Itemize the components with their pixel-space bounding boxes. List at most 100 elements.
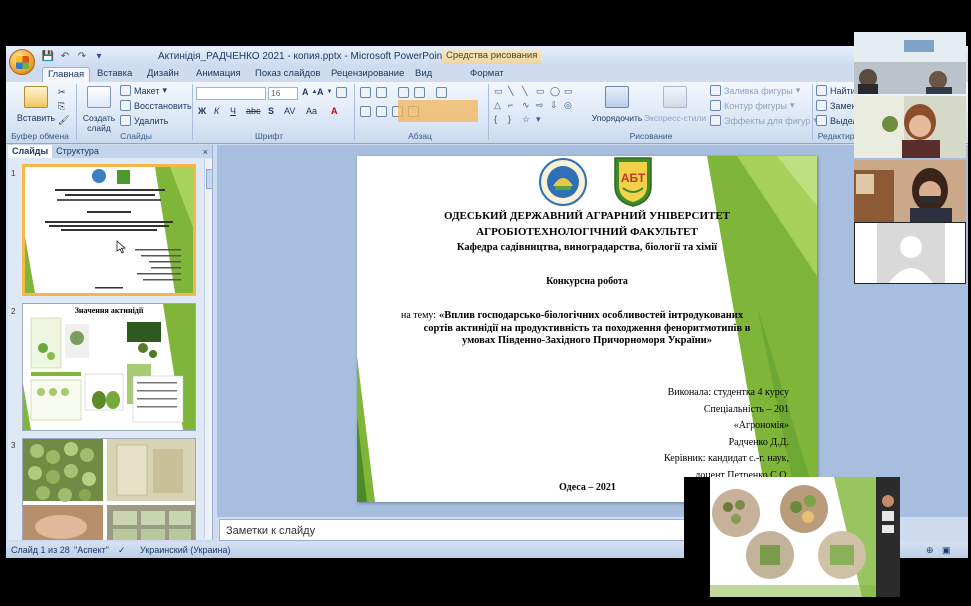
shape-effects-button[interactable]: Эффекты для фигур▾ [710,115,818,126]
shrink-font-icon[interactable]: A ▼ [317,87,332,97]
university-name: ОДЕСЬКИЙ ДЕРЖАВНИЙ АГРАРНИЙ УНІВЕРСИТЕТ [443,210,731,222]
ribbon-tabs: Главная Вставка Дизайн Анимация Показ сл… [6,66,968,82]
reset-button[interactable]: Восстановить [120,100,192,111]
slide-thumbnail-3[interactable] [22,438,196,540]
slide-thumbnail-2[interactable]: Значення актинідії [22,303,196,431]
numbering-icon[interactable] [376,87,387,98]
line-shape-icon: ╲ [508,86,514,96]
star-shape-icon: ☆ [522,114,531,124]
panel-tabs: Слайды Структура × [8,145,212,158]
shape-fill-button[interactable]: Заливка фигуры ▾ [710,85,800,96]
tab-outline[interactable]: Структура [52,145,103,158]
strikethrough-icon[interactable]: abc [246,106,261,116]
cut-icon[interactable]: ✂ [58,87,66,98]
decrease-indent-icon[interactable] [398,87,409,98]
theme-line-1: «Вплив господарсько-біологічних особливо… [439,310,744,321]
shadow-icon[interactable]: S [268,106,274,116]
italic-icon[interactable]: К [214,106,219,116]
current-slide[interactable]: АБТ ОДЕСЬКИЙ ДЕРЖАВНИЙ АГРАРНИЙ УНІВЕРСИ… [357,156,817,502]
title-bar: 💾 ↶ ↷ ▾ Актинідія_РАДЧЕНКО 2021 - копия.… [6,46,968,66]
format-painter-icon[interactable]: 🖌 [58,115,69,126]
slide-thumbnail-1[interactable] [22,164,196,296]
tab-insert[interactable]: Вставка [92,67,137,82]
callout-icon: ◎ [564,100,572,110]
office-button[interactable] [9,49,35,75]
bullets-icon[interactable] [360,87,371,98]
char-spacing-icon[interactable]: AV [284,106,295,116]
replace-icon [816,100,827,111]
presenter-video[interactable] [684,477,900,597]
delete-slide-button[interactable]: Удалить [120,115,168,126]
redo-icon[interactable]: ↷ [76,50,88,62]
clipboard-group-label: Буфер обмена [11,131,69,141]
increase-indent-icon[interactable] [414,87,425,98]
change-case-icon[interactable]: Aa [306,106,317,116]
binoculars-icon [816,85,827,96]
grow-font-icon[interactable]: A ▲ [302,87,317,97]
undo-icon[interactable]: ↶ [59,50,71,62]
shape-outline-button[interactable]: Контур фигуры ▾ [710,100,794,111]
participant-video-2[interactable] [854,96,966,158]
align-center-icon[interactable] [376,106,387,117]
layout-button[interactable]: Макет ▾ [120,85,167,96]
clear-format-icon[interactable] [336,87,347,98]
underline-icon[interactable]: Ч [230,106,236,116]
copy-icon[interactable]: ⎘ [58,101,65,112]
down-arrow-icon: ⇩ [550,100,558,110]
separator [488,84,489,140]
language-indicator[interactable]: Украинский (Украина) [140,545,231,555]
slides-panel-scrollbar[interactable] [204,159,212,539]
arrow-shape-icon: ╲ [522,86,528,96]
slide-counter: Слайд 1 из 28 [11,545,70,555]
find-button[interactable]: Найти [816,85,856,96]
font-color-icon[interactable]: A [331,106,338,116]
line-spacing-icon[interactable] [436,87,447,98]
zoom-in-icon[interactable]: ⊕ [926,545,934,556]
align-left-icon[interactable] [360,106,371,117]
rect-shape-icon: ▭ [536,86,545,96]
layout-icon [120,85,131,96]
tab-animation[interactable]: Анимация [191,67,246,82]
font-size-field[interactable]: 16 [268,87,298,100]
tab-slideshow[interactable]: Показ слайдов [250,67,325,82]
spellcheck-icon[interactable]: ✓ [118,545,126,556]
tab-review[interactable]: Рецензирование [326,67,409,82]
theme-name: "Аспект" [74,545,109,555]
paragraph-group-label: Абзац [408,131,432,141]
participant-1-feed [854,32,966,94]
fit-window-icon[interactable]: ▣ [942,545,951,556]
bold-icon[interactable]: Ж [198,106,206,116]
participant-2-feed [854,96,966,158]
tab-view[interactable]: Вид [410,67,437,82]
participant-video-3[interactable] [854,160,966,222]
tab-design[interactable]: Дизайн [142,67,184,82]
paste-button[interactable]: Вставить [14,86,58,123]
author-line: Виконала: студентка 4 курсу [667,387,789,398]
participant-video-1[interactable] [854,32,966,94]
university-logo [539,158,587,206]
tab-format[interactable]: Формат [465,67,509,82]
slide-3-preview [23,439,195,540]
tab-slides[interactable]: Слайды [8,145,53,158]
triangle-shape-icon: △ [494,100,501,110]
thumb-number: 3 [11,441,16,450]
scrollbar-thumb[interactable] [206,169,212,189]
font-name-field[interactable] [196,87,266,100]
paste-icon [24,86,48,108]
new-slide-button[interactable]: Создать слайд [80,86,118,133]
quick-styles-button[interactable]: Экспресс-стили [644,86,706,123]
shapes-gallery[interactable]: ▭ ╲ ╲ ▭ ◯ ▭ △ ⌐ ∿ ⇨ ⇩ ◎ {} ☆ ▾ [494,86,580,126]
rounded-rect-icon: ▭ [564,86,573,96]
author-block: Виконала: студентка 4 курсу Спеціальніст… [664,385,789,484]
thumb-number: 2 [11,307,16,316]
author-line: Радченко Д.Д. [728,436,789,448]
close-icon[interactable]: × [203,147,208,157]
participant-video-4[interactable] [854,222,966,284]
customize-qat-icon[interactable]: ▾ [93,50,105,62]
oval-shape-icon: ◯ [550,86,561,96]
save-icon[interactable]: 💾 [42,50,54,62]
reset-icon [120,100,131,111]
theme-line-3: умовах Південно-Західного Причорноморя У… [461,335,712,346]
arrange-button[interactable]: Упорядочить [592,86,642,123]
tab-home[interactable]: Главная [42,67,91,82]
